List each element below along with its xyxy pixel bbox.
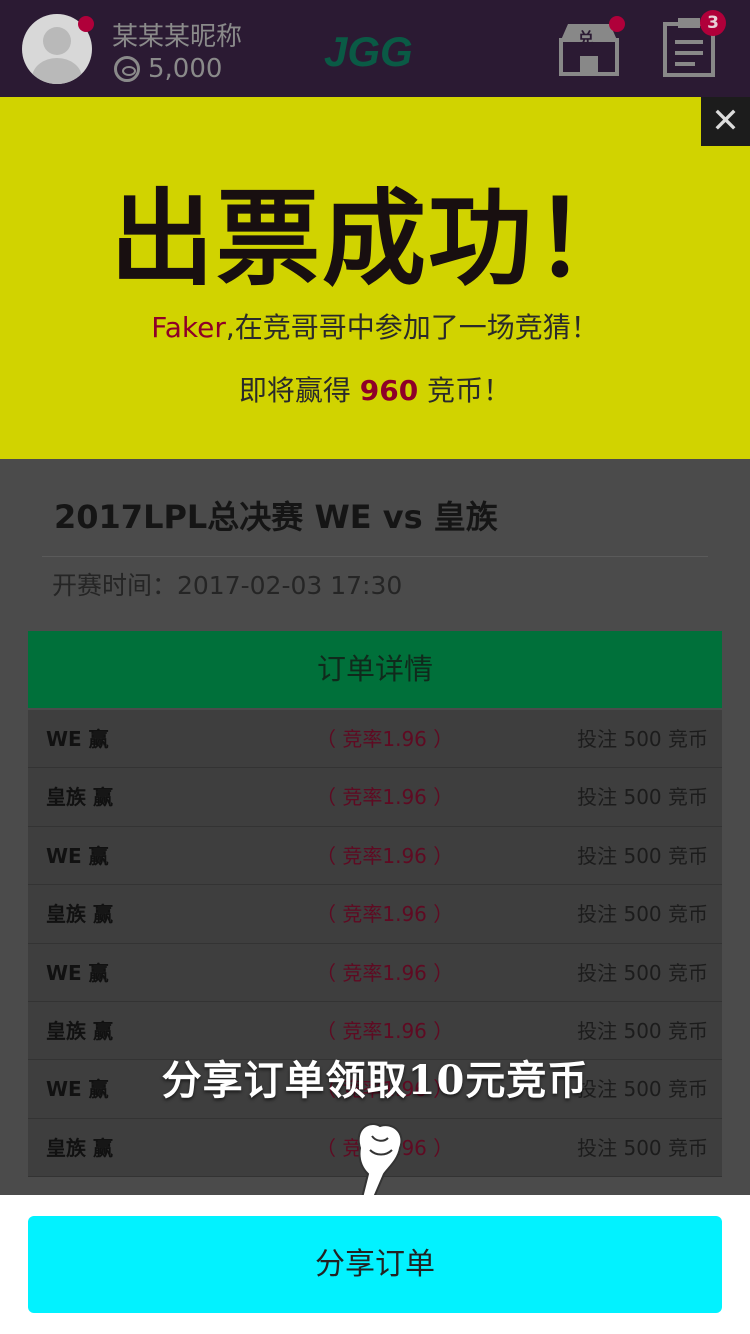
coin-balance: 5,000	[114, 54, 222, 84]
svg-text:兑: 兑	[578, 29, 594, 48]
share-promo-text: 分享订单领取10元竞币	[161, 1057, 589, 1104]
username: Faker	[151, 311, 226, 344]
logo-text: JGG	[324, 28, 413, 74]
share-order-button[interactable]: 分享订单	[28, 1216, 722, 1313]
app-logo: JGG	[324, 28, 413, 74]
win-suffix: 竞币！	[418, 374, 512, 407]
participation-message: Faker,在竞哥哥中参加了一场竞猜！	[0, 306, 750, 346]
coin-amount: 5,000	[148, 54, 223, 84]
order-odds: （ 竞率1.96 ）	[316, 843, 454, 868]
order-row: 皇族 赢 （ 竞率1.96 ） 投注 500 竞币	[28, 768, 722, 827]
success-title: 出票成功！	[109, 178, 640, 300]
close-button[interactable]: ✕	[701, 97, 750, 146]
order-team: WE 赢	[46, 727, 109, 751]
order-list: WE 赢 （ 竞率1.96 ） 投注 500 竞币 皇族 赢 （ 竞率1.96 …	[28, 710, 722, 1178]
coin-icon	[114, 56, 140, 82]
win-amount: 960	[359, 374, 419, 407]
order-row: WE 赢 （ 竞率1.96 ） 投注 500 竞币	[28, 943, 722, 1002]
avatar-notification-dot	[78, 16, 94, 32]
order-bet: 投注 500 竞币	[577, 843, 708, 868]
order-team: 皇族 赢	[46, 1135, 113, 1160]
order-team: WE 赢	[46, 843, 109, 868]
avatar-head-shape	[43, 27, 71, 55]
win-message: 即将赢得 960 竞币！	[0, 369, 750, 409]
order-bet: 投注 500 竞币	[577, 960, 708, 985]
order-team: 皇族 赢	[46, 785, 113, 810]
participation-text: ,在竞哥哥中参加了一场竞猜！	[225, 311, 599, 344]
top-bar: 某某某昵称 5,000 JGG 兑 3	[0, 0, 750, 97]
order-bet: 投注 500 竞币	[577, 785, 708, 810]
order-team: 皇族 赢	[46, 902, 113, 927]
order-details-header: 订单详情	[28, 631, 722, 708]
order-row: WE 赢 （ 竞率1.96 ） 投注 500 竞币	[28, 826, 722, 886]
order-team: WE 赢	[46, 960, 109, 985]
order-bet: 投注 500 竞币	[577, 727, 708, 751]
match-start-time: 开赛时间：2017-02-03 17:30	[52, 571, 403, 600]
exchange-notification-dot	[609, 16, 625, 32]
order-bet: 投注 500 竞币	[577, 1135, 708, 1160]
divider	[42, 556, 708, 557]
order-bet: 投注 500 竞币	[577, 902, 708, 927]
order-odds: （ 竞率1.96 ）	[316, 960, 454, 985]
order-odds: （ 竞率1.96 ）	[316, 785, 454, 810]
order-row: WE 赢 （ 竞率1.96 ） 投注 500 竞币	[28, 710, 722, 769]
avatar-body-shape	[32, 58, 82, 84]
order-row: 皇族 赢 （ 竞率1.96 ） 投注 500 竞币	[28, 885, 722, 944]
user-nickname: 某某某昵称	[112, 22, 243, 52]
orders-count-badge: 3	[700, 10, 726, 36]
win-prefix: 即将赢得	[238, 374, 360, 407]
order-odds: （ 竞率1.96 ）	[316, 902, 454, 927]
order-odds: （ 竞率1.96 ）	[316, 727, 454, 751]
match-title: 2017LPL总决赛 WE vs 皇族	[54, 498, 498, 536]
